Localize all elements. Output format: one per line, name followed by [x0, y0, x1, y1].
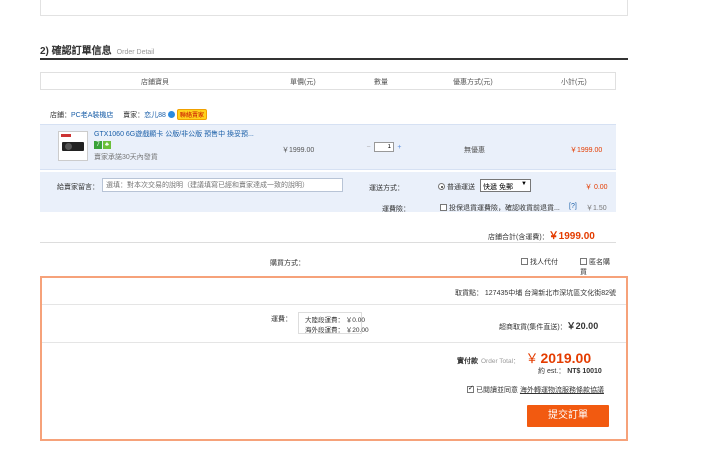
row-divider: [40, 242, 616, 243]
estimate-amount: NT$ 10010: [567, 368, 602, 375]
previous-section-box: [40, 0, 628, 16]
insurance-help-link[interactable]: [?]: [569, 203, 577, 210]
seller-name-link[interactable]: 恋儿88: [144, 112, 166, 119]
terms-link[interactable]: 海外轉運物流服務條款協議: [520, 387, 604, 394]
col-header-subtotal: 小計(元): [561, 79, 587, 86]
section-title: 2) 確認訂單信息 Order Detail: [40, 42, 154, 57]
shop-info: 店鋪：PC老A裝機店 賣家：恋儿88 聯絡賣家: [50, 109, 207, 120]
options-row: 給賣家留言： 運送方式： 普通運送 快遞 免郵 ▼ ￥ 0.00 運費險： 投保退…: [40, 172, 616, 213]
col-header-discount: 優惠方式(元): [453, 79, 493, 86]
unit-price: ￥1999.00: [282, 147, 315, 154]
shop-total-label: 店鋪合計(含運費)：: [488, 234, 549, 241]
pay-by-other-checkbox[interactable]: [521, 258, 528, 265]
shop-total: 店鋪合計(含運費)：￥1999.00: [488, 227, 595, 242]
section-title-text: 2) 確認訂單信息: [40, 46, 112, 57]
col-header-item: 店鋪寶貝: [141, 79, 169, 86]
product-title-link[interactable]: GTX1060 6G遊戲顯卡 公版/非公版 預售中 換妥預...: [94, 130, 254, 139]
fee-mainland: 大陸段運費： ￥0.00: [305, 317, 365, 324]
gpu-fan: [65, 143, 72, 150]
shipping-option-label: 普通運送: [447, 184, 475, 191]
agreement: 已閱讀並同意 海外轉運物流服務條款協議: [467, 384, 604, 395]
leaf-icon: ♣: [103, 141, 111, 149]
pay-by-other-label: 找人代付: [530, 259, 558, 266]
order-total: 實付款 Order Total： ￥ 2019.00: [457, 348, 591, 367]
insurance-option[interactable]: 投保退貨運費險，確認收貨前退貨...: [440, 203, 560, 213]
agree-checkbox[interactable]: [467, 384, 474, 393]
message-label: 給賣家留言：: [57, 184, 99, 191]
brand-logo: [61, 134, 71, 137]
insurance-option-label: 投保退貨運費險，確認收貨前退貨...: [449, 205, 560, 212]
section-subtitle: Order Detail: [116, 49, 155, 56]
summary-divider: [42, 304, 626, 305]
contact-seller-button[interactable]: 聯絡賣家: [176, 109, 207, 120]
pay-by-other-option[interactable]: 找人代付: [521, 257, 558, 267]
seller-label: 賣家：: [123, 112, 145, 119]
quantity-input[interactable]: [373, 142, 394, 152]
shipping-select[interactable]: 快遞 免郵 ▼: [480, 179, 531, 192]
col-header-price: 單價(元): [290, 79, 316, 86]
shipping-label: 運送方式：: [369, 185, 404, 192]
item-row: GTX1060 6G遊戲顯卡 公版/非公版 預售中 換妥預... 7 ♣ 賣家承諾…: [40, 124, 616, 170]
shop-label: 店鋪：: [50, 112, 71, 119]
order-total-amount: 2019.00: [540, 350, 592, 366]
table-header: 店鋪寶貝 單價(元) 數量 優惠方式(元) 小計(元): [40, 72, 616, 90]
order-table: 店鋪寶貝 單價(元) 數量 優惠方式(元) 小計(元) 店鋪：PC老A裝機店 賣…: [40, 62, 616, 277]
shipping-promise: 賣家承諾30天內發貨: [94, 154, 158, 161]
seven-day-return-icon: 7: [94, 141, 102, 149]
increase-button[interactable]: +: [396, 143, 403, 152]
chat-icon: [167, 111, 175, 118]
insurance-price: ￥1.50: [586, 205, 607, 212]
insurance-label: 運費險：: [382, 206, 410, 213]
shipping-option[interactable]: 普通運送: [438, 182, 475, 192]
submit-order-button[interactable]: 提交訂單: [527, 405, 609, 427]
order-summary: 取貨點： 127435中埔 台灣新北市深坑區文化街82號 運費： 大陸段運費： …: [40, 276, 628, 441]
pickup-fee-label: 超商取貨(集件直送)：: [499, 324, 567, 331]
shipping-select-value: 快遞 免郵: [483, 184, 513, 191]
shipping-price: ￥ 0.00: [585, 184, 608, 191]
insurance-checkbox[interactable]: [440, 204, 447, 211]
estimate-label: 約 est.：: [538, 368, 566, 375]
item-subtotal: ￥1999.00: [570, 147, 603, 154]
message-input[interactable]: [102, 178, 343, 192]
discount: 無優惠: [464, 147, 485, 154]
estimated-twd: 約 est.： NT$ 10010: [538, 366, 602, 376]
shop-total-amount: ￥1999.00: [548, 231, 595, 242]
pickup-fee: 超商取貨(集件直送)：￥20.00: [499, 319, 598, 332]
chevron-down-icon: ▼: [521, 181, 527, 187]
product-thumbnail[interactable]: [58, 131, 88, 161]
decrease-button[interactable]: −: [365, 143, 372, 152]
section-divider: [40, 58, 628, 60]
order-total-en: Order Total：: [481, 358, 520, 365]
pickup-fee-amount: ￥20.00: [566, 321, 599, 331]
product-tags: 7 ♣: [94, 141, 112, 149]
anonymous-option[interactable]: 匿名購買: [580, 257, 616, 277]
agree-text: 已閱讀並同意: [476, 387, 518, 394]
quantity-stepper: − +: [365, 142, 403, 152]
fee-overseas: 海外段運費： ￥20.00: [305, 327, 369, 334]
shop-name-link[interactable]: PC老A裝機店: [71, 112, 113, 119]
shipping-radio[interactable]: [438, 183, 445, 190]
order-total-label: 實付款: [457, 358, 478, 365]
summary-divider-2: [42, 342, 626, 343]
pickup-point: 取貨點： 127435中埔 台灣新北市深坑區文化街82號: [454, 290, 616, 297]
col-header-qty: 數量: [374, 79, 388, 86]
fee-label: 運費：: [271, 316, 292, 323]
payment-label: 購買方式：: [270, 260, 305, 267]
order-total-currency: ￥: [525, 351, 539, 366]
anonymous-checkbox[interactable]: [580, 258, 587, 265]
